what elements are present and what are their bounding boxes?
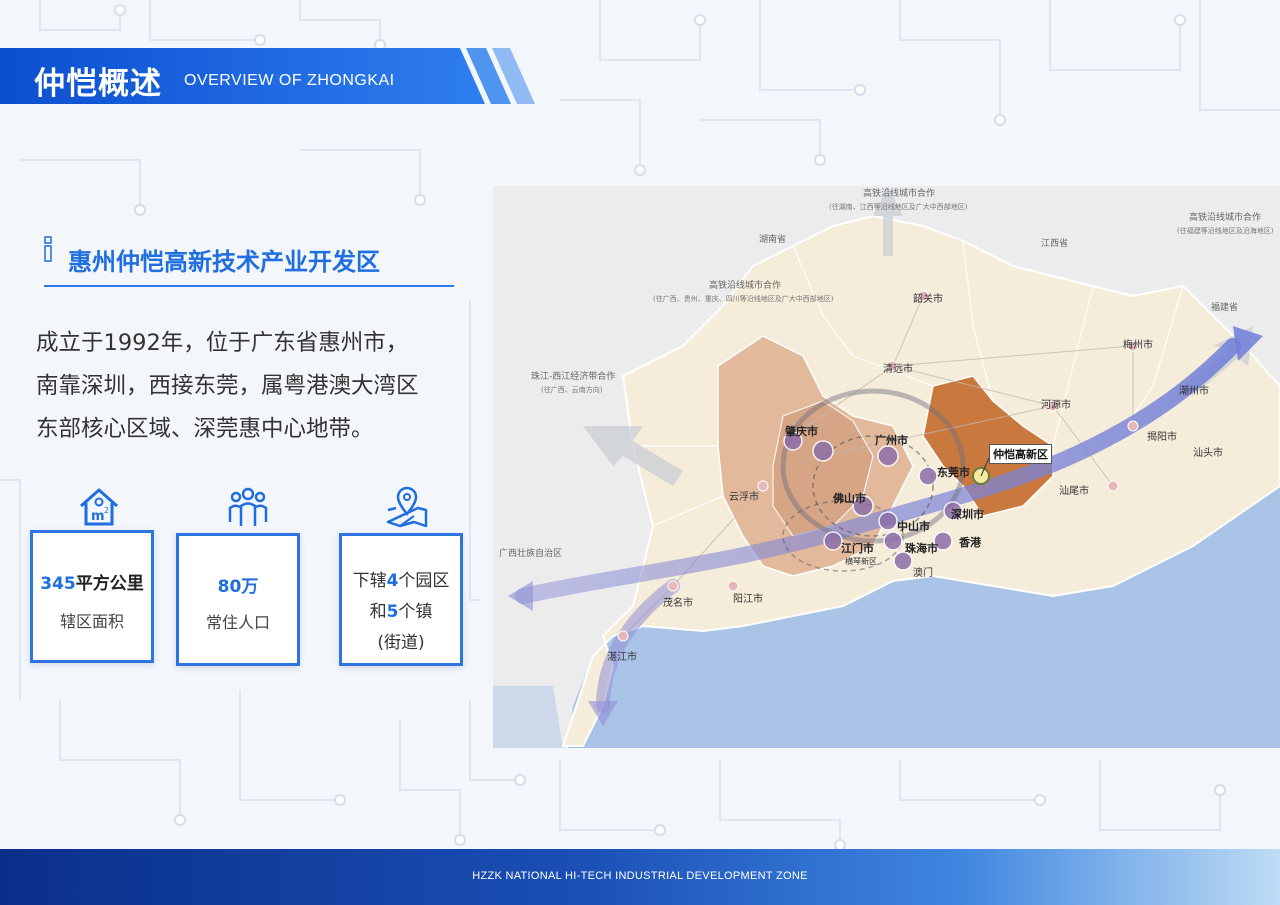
- east-cooperation-note: (往福建等沿线地区及沿海地区): [1177, 227, 1274, 235]
- subtitle-marker-icon: [44, 236, 52, 262]
- city-label-shantou: 汕头市: [1193, 448, 1223, 459]
- description-line: 成立于1992年，位于广东省惠州市，: [36, 330, 409, 356]
- city-label-yunfu: 云浮市: [729, 492, 759, 503]
- hunan-label: 湖南省: [759, 235, 787, 245]
- city-label-maoming: 茂名市: [663, 598, 693, 609]
- city-label-shenzhen: 深圳市: [951, 508, 984, 521]
- description-line: 东部核心区域、深莞惠中心地带。: [36, 416, 374, 442]
- population-icon: [228, 487, 268, 526]
- population-label: 常住人口: [205, 613, 270, 632]
- city-label-zhongshan: 中山市: [897, 520, 930, 533]
- city-label-qingyuan: 清远市: [883, 364, 913, 375]
- city-label-yangjiang: 阳江市: [733, 594, 763, 605]
- house-area-icon: m 2: [80, 488, 118, 526]
- map-graphic: [493, 186, 1280, 748]
- population-stat-card: 80万 常住人口: [176, 533, 300, 666]
- city-label-shaoguan: 韶关市: [913, 294, 943, 305]
- city-label-hengqin: 横琴新区: [845, 557, 877, 566]
- subdistrict-note: (街道): [377, 633, 425, 653]
- svg-text:2: 2: [104, 506, 109, 515]
- regional-map: 湖南省 江西省 福建省 广西壮族自治区 高铁沿线城市合作 (往湖南、江西等沿线地…: [493, 186, 1280, 748]
- fujian-label: 福建省: [1211, 303, 1239, 313]
- subtitle-divider: [44, 285, 454, 287]
- towns-line: 和5个镇: [369, 602, 433, 622]
- zhongkai-highlight-label: 仲恺高新区: [989, 444, 1052, 464]
- page-title-english: OVERVIEW OF ZHONGKAI: [184, 72, 395, 89]
- city-label-foshan: 佛山市: [833, 492, 866, 505]
- city-label-hongkong: 香港: [959, 536, 981, 549]
- city-label-jieyang: 揭阳市: [1147, 432, 1177, 443]
- svg-text:m: m: [91, 509, 105, 524]
- jiangxi-label: 江西省: [1041, 239, 1069, 249]
- northwest-cooperation-title: 高铁沿线城市合作: [709, 281, 782, 291]
- west-cooperation-title: 珠江-西江经济带合作: [531, 372, 616, 382]
- parks-line: 下辖4个园区: [352, 571, 450, 591]
- city-label-zhanjiang: 湛江市: [607, 652, 637, 663]
- east-cooperation-title: 高铁沿线城市合作: [1189, 213, 1262, 223]
- north-cooperation-note: (往湖南、江西等沿线地区及广大中西部地区): [829, 203, 968, 211]
- location-map-icon: [386, 486, 428, 528]
- area-label: 辖区面积: [59, 612, 124, 631]
- description-line: 南靠深圳，西接东莞，属粤港澳大湾区: [36, 373, 419, 399]
- north-cooperation-title: 高铁沿线城市合作: [863, 189, 936, 199]
- parks-stat-card: 下辖4个园区 和5个镇 (街道): [339, 533, 463, 666]
- city-label-meizhou: 梅州市: [1123, 340, 1153, 351]
- area-stat-card: 345平方公里 辖区面积: [30, 530, 154, 663]
- population-value: 80万: [217, 577, 259, 597]
- city-label-zhuhai: 珠海市: [905, 542, 938, 555]
- page-title: 仲恺概述: [34, 66, 162, 102]
- city-label-dongguan: 东莞市: [937, 466, 970, 479]
- city-label-guangzhou: 广州市: [875, 434, 908, 447]
- city-label-zhaoqing: 肇庆市: [785, 425, 818, 438]
- city-label-chaozhou: 潮州市: [1179, 386, 1209, 397]
- city-label-heyuan: 河源市: [1041, 400, 1071, 411]
- footer-text: HZZK NATIONAL HI-TECH INDUSTRIAL DEVELOP…: [472, 870, 808, 882]
- west-cooperation-note: (往广西、云南方向): [541, 386, 603, 394]
- zone-name-heading: 惠州仲恺高新技术产业开发区: [68, 248, 380, 276]
- zone-description: 成立于1992年，位于广东省惠州市， 南靠深圳，西接东莞，属粤港澳大湾区 东部核…: [36, 322, 466, 451]
- area-value: 345平方公里: [40, 574, 144, 594]
- city-label-jiangmen: 江门市: [841, 542, 874, 555]
- city-label-shanwei: 汕尾市: [1059, 486, 1089, 497]
- northwest-cooperation-note: (往广西、贵州、重庆、四川等沿线地区及广大中西部地区): [653, 295, 834, 303]
- guangxi-label: 广西壮族自治区: [499, 549, 563, 559]
- city-label-macau: 澳门: [913, 568, 933, 579]
